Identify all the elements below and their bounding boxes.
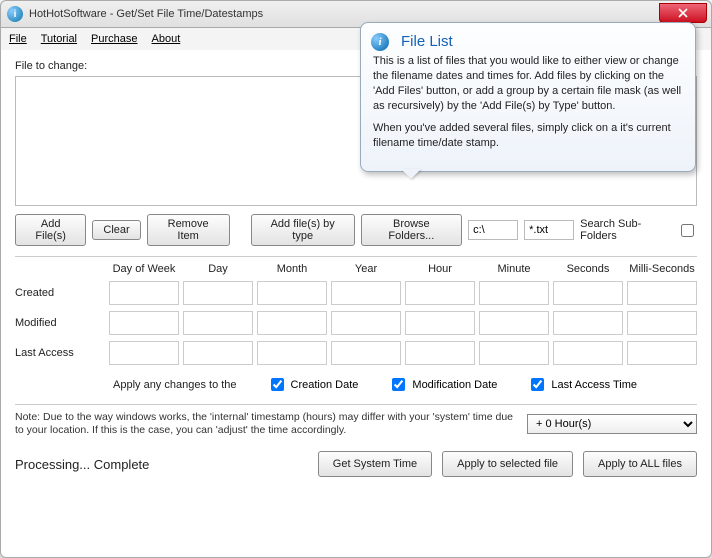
menu-purchase[interactable]: Purchase bbox=[91, 33, 137, 45]
menu-file[interactable]: File bbox=[9, 33, 27, 45]
created-year[interactable] bbox=[331, 281, 401, 305]
menu-tutorial[interactable]: Tutorial bbox=[41, 33, 77, 45]
modified-year[interactable] bbox=[331, 311, 401, 335]
row-lastaccess: Last Access bbox=[15, 341, 697, 365]
created-milli[interactable] bbox=[627, 281, 697, 305]
modification-date-checkbox[interactable] bbox=[392, 378, 405, 391]
lastaccess-month[interactable] bbox=[257, 341, 327, 365]
callout-p1: This is a list of files that you would l… bbox=[373, 54, 683, 113]
close-button[interactable] bbox=[659, 3, 707, 23]
remove-item-button[interactable]: Remove Item bbox=[147, 214, 230, 246]
hour-offset-select[interactable]: + 0 Hour(s) bbox=[527, 414, 697, 434]
created-hour[interactable] bbox=[405, 281, 475, 305]
callout-p2: When you've added several files, simply … bbox=[373, 121, 683, 151]
creation-date-label: Creation Date bbox=[291, 379, 359, 391]
separator bbox=[15, 404, 697, 405]
row-modified: Modified bbox=[15, 311, 697, 335]
info-icon: i bbox=[371, 33, 389, 51]
browse-folders-button[interactable]: Browse Folders... bbox=[361, 214, 463, 246]
modified-day[interactable] bbox=[183, 311, 253, 335]
creation-date-checkbox[interactable] bbox=[271, 378, 284, 391]
modified-dow[interactable] bbox=[109, 311, 179, 335]
note-row: Note: Due to the way windows works, the … bbox=[15, 411, 697, 437]
apply-all-button[interactable]: Apply to ALL files bbox=[583, 451, 697, 477]
created-minute[interactable] bbox=[479, 281, 549, 305]
file-buttons-row: Add File(s) Clear Remove Item Add file(s… bbox=[15, 214, 697, 246]
col-day: Day bbox=[183, 263, 253, 275]
last-access-label: Last Access Time bbox=[551, 379, 637, 391]
clear-button[interactable]: Clear bbox=[92, 220, 140, 240]
menu-about[interactable]: About bbox=[152, 33, 181, 45]
window-title: HotHotSoftware - Get/Set File Time/Dates… bbox=[29, 8, 263, 20]
search-subfolders-checkbox[interactable] bbox=[681, 224, 694, 237]
lastaccess-day[interactable] bbox=[183, 341, 253, 365]
mask-input[interactable] bbox=[524, 220, 574, 240]
row-lastaccess-label: Last Access bbox=[15, 347, 105, 359]
col-milli: Milli-Seconds bbox=[627, 263, 697, 275]
created-dow[interactable] bbox=[109, 281, 179, 305]
grid-header: Day of Week Day Month Year Hour Minute S… bbox=[15, 263, 697, 275]
close-icon bbox=[678, 8, 688, 18]
lastaccess-seconds[interactable] bbox=[553, 341, 623, 365]
col-month: Month bbox=[257, 263, 327, 275]
modified-hour[interactable] bbox=[405, 311, 475, 335]
path-input[interactable] bbox=[468, 220, 518, 240]
lastaccess-hour[interactable] bbox=[405, 341, 475, 365]
row-modified-label: Modified bbox=[15, 317, 105, 329]
created-seconds[interactable] bbox=[553, 281, 623, 305]
app-icon: i bbox=[7, 6, 23, 22]
col-minute: Minute bbox=[479, 263, 549, 275]
created-month[interactable] bbox=[257, 281, 327, 305]
get-system-time-button[interactable]: Get System Time bbox=[318, 451, 432, 477]
tooltip-callout: i File List This is a list of files that… bbox=[360, 22, 696, 172]
col-seconds: Seconds bbox=[553, 263, 623, 275]
lastaccess-minute[interactable] bbox=[479, 341, 549, 365]
lastaccess-year[interactable] bbox=[331, 341, 401, 365]
callout-title: File List bbox=[401, 33, 683, 50]
modified-month[interactable] bbox=[257, 311, 327, 335]
last-access-checkbox[interactable] bbox=[531, 378, 544, 391]
search-subfolders-label: Search Sub-Folders bbox=[580, 218, 671, 242]
modified-minute[interactable] bbox=[479, 311, 549, 335]
lastaccess-dow[interactable] bbox=[109, 341, 179, 365]
modified-seconds[interactable] bbox=[553, 311, 623, 335]
lastaccess-milli[interactable] bbox=[627, 341, 697, 365]
modified-milli[interactable] bbox=[627, 311, 697, 335]
apply-changes-label: Apply any changes to the bbox=[113, 379, 237, 391]
row-created-label: Created bbox=[15, 287, 105, 299]
col-year: Year bbox=[331, 263, 401, 275]
note-text: Note: Due to the way windows works, the … bbox=[15, 411, 519, 437]
add-by-type-button[interactable]: Add file(s) by type bbox=[251, 214, 355, 246]
modification-date-label: Modification Date bbox=[412, 379, 497, 391]
row-created: Created bbox=[15, 281, 697, 305]
col-hour: Hour bbox=[405, 263, 475, 275]
created-day[interactable] bbox=[183, 281, 253, 305]
col-dayofweek: Day of Week bbox=[109, 263, 179, 275]
apply-selected-button[interactable]: Apply to selected file bbox=[442, 451, 573, 477]
add-files-button[interactable]: Add File(s) bbox=[15, 214, 86, 246]
bottom-row: Processing... Complete Get System Time A… bbox=[15, 451, 697, 477]
status-text: Processing... Complete bbox=[15, 457, 308, 472]
separator bbox=[15, 256, 697, 257]
apply-row: Apply any changes to the Creation Date M… bbox=[15, 375, 697, 394]
